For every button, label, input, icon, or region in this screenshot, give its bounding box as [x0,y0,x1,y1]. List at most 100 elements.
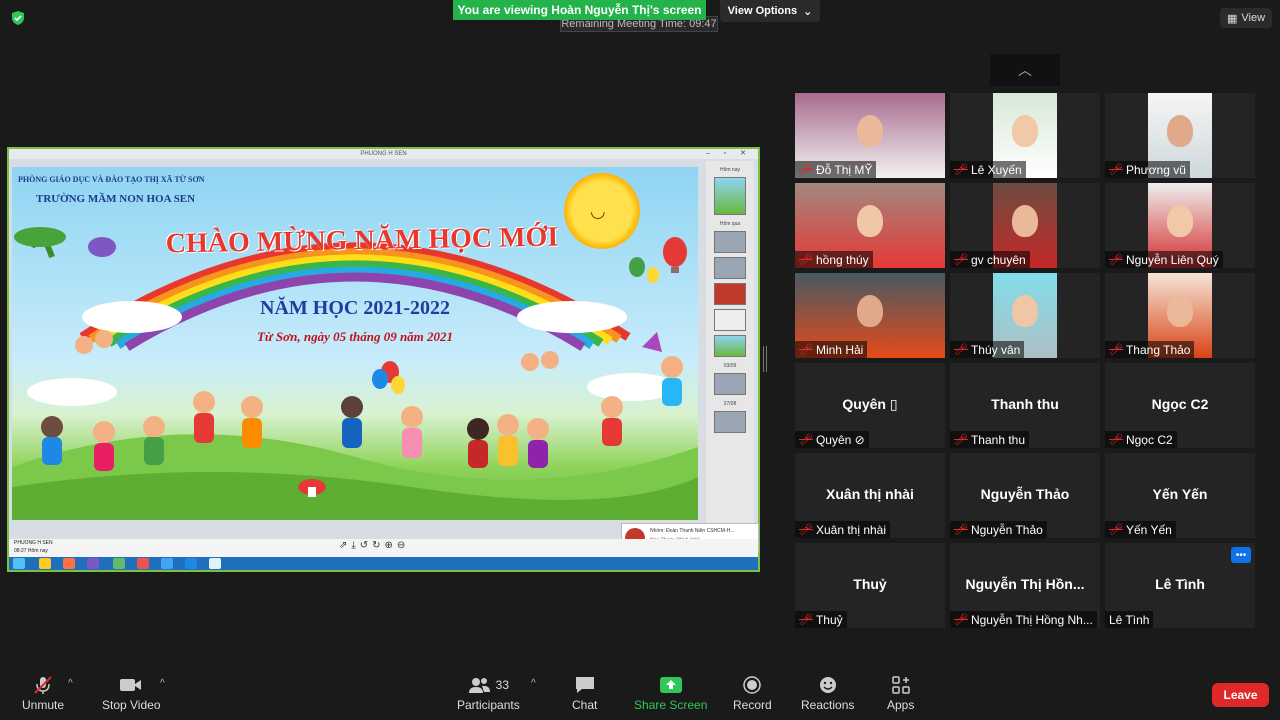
mic-muted-icon: 🎤︎ [954,164,968,176]
thumbnail[interactable] [714,283,746,305]
participant-name: gv chuyên [970,252,1026,267]
shield-icon[interactable] [10,10,26,26]
apps-button[interactable]: Apps [887,672,914,712]
splitter-handle[interactable] [763,346,767,372]
app-icon[interactable] [113,558,125,569]
participant-tile[interactable]: 🎤︎ Thúy vân [950,273,1100,358]
view-options-button[interactable]: View Options ⌄ [720,0,820,22]
chevron-up-icon: ︿ [1018,62,1032,78]
mic-muted-icon: 🎤︎ [1109,254,1123,266]
participant-center-name: Xuân thị nhài [826,486,914,502]
unmute-button[interactable]: Unmute [22,672,64,712]
thumbnail[interactable] [714,177,746,215]
reactions-button[interactable]: Reactions [801,672,854,712]
participant-center-name: Quyên ▯ [842,396,898,412]
participant-tile[interactable]: Nguyễn Thị Hồn... 🎤︎ Nguyễn Thị Hồng Nh... [950,543,1100,628]
slide-org-line2: TRƯỜNG MẦM NON HOA SEN [36,193,196,205]
share-screen-button[interactable]: Share Screen [634,672,707,712]
edge-icon[interactable] [161,558,173,569]
participant-tile[interactable]: 🎤︎ hồng thúy [795,183,945,268]
gallery-scroll-up-button[interactable]: ︿ [990,54,1060,86]
zoom-icon[interactable] [185,558,197,569]
audio-options-caret[interactable]: ^ [68,678,73,689]
more-options-button[interactable]: ••• [1231,547,1251,563]
participant-face [857,115,883,147]
participant-tile[interactable]: Thanh thu 🎤︎ Thanh thu [950,363,1100,448]
participant-tile[interactable]: 🎤︎ Lê Xuyến [950,93,1100,178]
thumbnail[interactable] [714,411,746,433]
leave-button[interactable]: Leave [1212,683,1269,707]
participant-tile[interactable]: 🎤︎ Nguyễn Liên Quý [1105,183,1255,268]
participant-tile[interactable]: 🎤︎ Đỗ Thị MỸ [795,93,945,178]
thumbnail[interactable] [714,309,746,331]
reactions-label: Reactions [801,698,855,712]
mic-muted-icon: 🎤︎ [799,434,813,446]
folder-icon[interactable] [39,558,51,569]
record-button[interactable]: Record [733,672,772,712]
participant-tile[interactable]: Xuân thị nhài 🎤︎ Xuân thị nhài [795,453,945,538]
slide: ◡ PHÒNG GIÁO DỤC VÀ ĐÀO TẠO THỊ XÃ TỪ SƠ… [12,167,698,520]
participant-name: Thanh thu [970,432,1026,447]
participant-tile[interactable]: 🎤︎ Minh Hải [795,273,945,358]
participant-tile[interactable]: Nguyễn Thảo 🎤︎ Nguyễn Thảo [950,453,1100,538]
participant-face [1012,115,1038,147]
participant-name-bar: 🎤︎ Thang Thảo [1105,341,1195,358]
participant-name: Quyên ⊘ [815,432,865,447]
stop-video-button[interactable]: Stop Video [102,672,161,712]
slide-org-line1: PHÒNG GIÁO DỤC VÀ ĐÀO TẠO THỊ XÃ TỪ SƠN [18,175,205,184]
zalo-icon[interactable] [209,558,221,569]
participant-name-bar: 🎤︎ Thúy vân [950,341,1025,358]
participant-tile[interactable]: Ngọc C2 🎤︎ Ngọc C2 [1105,363,1255,448]
chat-label: Chat [572,698,598,712]
participant-tile[interactable]: 🎤︎ gv chuyên [950,183,1100,268]
mic-muted-icon: 🎤︎ [954,614,968,626]
thumbnail[interactable] [714,373,746,395]
chevron-down-icon: ⌄ [803,5,813,18]
participant-center-name: Nguyễn Thảo [980,486,1070,502]
share-screen-label: Share Screen [634,698,708,712]
chrome-icon[interactable] [137,558,149,569]
viewer-tools[interactable]: ⇗⤓↺↻⊕⊖ [339,540,409,551]
media-icon[interactable] [63,558,75,569]
participant-name: Đỗ Thị MỸ [815,162,873,177]
rail-date1: 03/09 [723,363,737,369]
participants-button[interactable]: 33 Participants [457,672,520,712]
start-icon[interactable] [13,558,25,569]
mic-muted-icon: 🎤︎ [799,254,813,266]
play-icon[interactable] [87,558,99,569]
participant-tile[interactable]: 🎤︎ Phương vũ [1105,93,1255,178]
participant-tile[interactable]: Yến Yến 🎤︎ Yến Yến [1105,453,1255,538]
video-options-caret[interactable]: ^ [160,678,165,689]
participant-tile[interactable]: Quyên ▯ 🎤︎ Quyên ⊘ [795,363,945,448]
participant-name-bar: 🎤︎ Phương vũ [1105,161,1190,178]
thumbnail[interactable] [714,257,746,279]
participants-options-caret[interactable]: ^ [531,678,536,689]
participant-name-bar: 🎤︎ Nguyễn Liên Quý [1105,251,1223,268]
thumbnail[interactable] [714,335,746,357]
record-icon [742,672,762,698]
record-label: Record [733,698,772,712]
participant-tile[interactable]: 🎤︎ Thang Thảo [1105,273,1255,358]
thumbnail[interactable] [714,231,746,253]
chat-button[interactable]: Chat [572,672,597,712]
participant-name-bar: 🎤︎ Lê Xuyến [950,161,1026,178]
participants-count: 33 [495,678,510,692]
participant-name-bar: 🎤︎ Nguyễn Thảo [950,521,1047,538]
mic-muted-icon: 🎤︎ [1109,524,1123,536]
participant-name: Ngọc C2 [1125,432,1173,447]
chat-icon [574,672,596,698]
participant-name: Minh Hải [815,342,864,357]
participant-name: Thuỷ [815,612,843,627]
participant-tile[interactable]: Lê Tình Lê Tình ••• [1105,543,1255,628]
mic-muted-icon: 🎤︎ [954,524,968,536]
unmute-label: Unmute [22,698,65,712]
participant-face [857,295,883,327]
participant-tile[interactable]: Thuỷ 🎤︎ Thuỷ [795,543,945,628]
view-button[interactable]: ▦ View [1220,8,1272,28]
shared-screen[interactable]: PHUONG H SEN – ▫ ✕ ◡ PHÒNG GIÁO DỤC VÀ Đ… [7,147,760,572]
mic-muted-icon: 🎤︎ [1109,164,1123,176]
participant-face [1167,205,1193,237]
participant-name-bar: 🎤︎ Minh Hải [795,341,868,358]
participant-name-bar: 🎤︎ gv chuyên [950,251,1030,268]
participant-face [1012,295,1038,327]
